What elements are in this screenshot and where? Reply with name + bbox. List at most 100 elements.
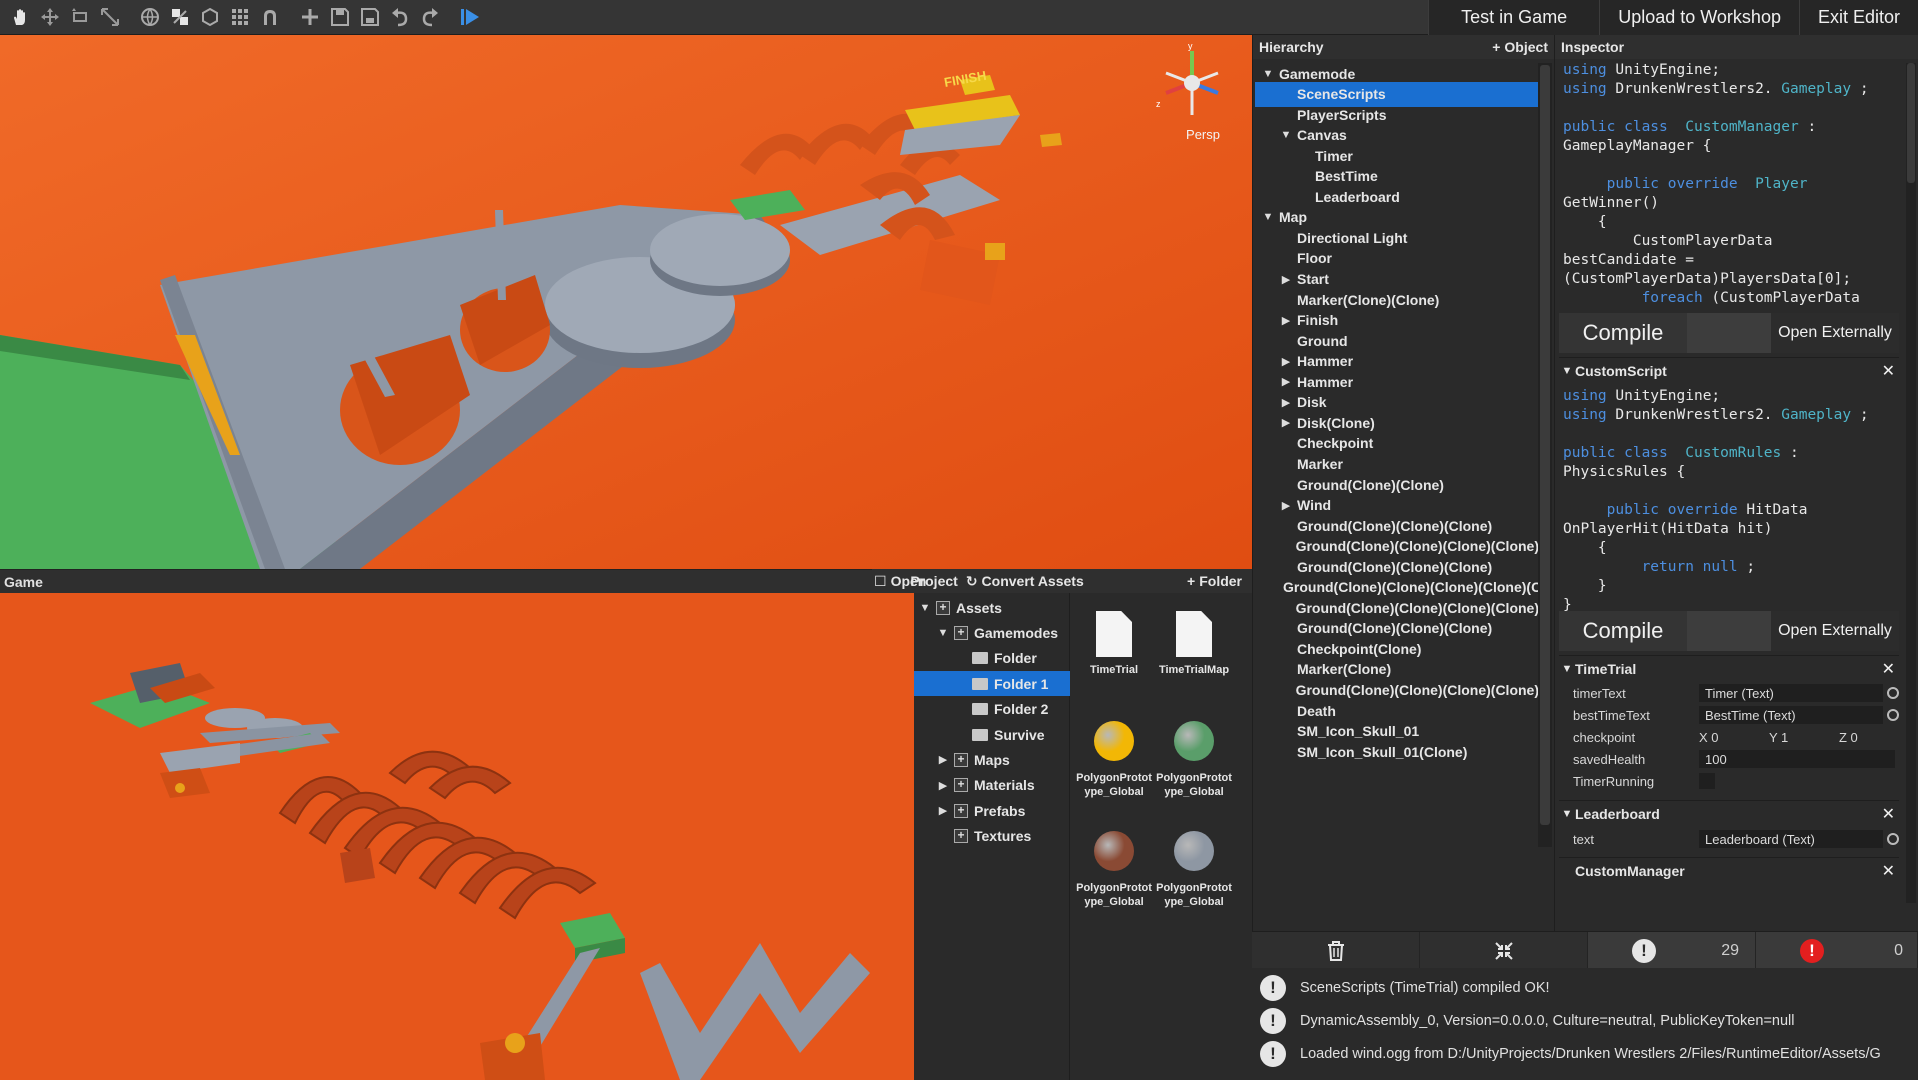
globe-icon[interactable]: [136, 4, 164, 30]
hierarchy-scrollbar[interactable]: [1538, 63, 1552, 847]
project-tree-item[interactable]: ▶ + Materials: [914, 773, 1070, 798]
game-view[interactable]: [0, 593, 914, 1080]
expand-arrow-icon[interactable]: ▶: [1279, 499, 1293, 512]
expand-arrow-icon[interactable]: ▶: [1279, 416, 1293, 429]
asset-item[interactable]: TimeTrialMap: [1154, 611, 1234, 677]
compile-button[interactable]: Compile: [1559, 313, 1687, 353]
expand-arrow-icon[interactable]: ▼: [1261, 211, 1275, 223]
save-icon[interactable]: [326, 4, 354, 30]
persp-label[interactable]: Persp: [1186, 127, 1220, 142]
grid-icon[interactable]: [226, 4, 254, 30]
code-line: OnPlayerHit(HitData hit): [1563, 521, 1773, 537]
expand-arrow-icon[interactable]: ▶: [936, 753, 950, 766]
console-log-entry[interactable]: ! DynamicAssembly_0, Version=0.0.0.0, Cul…: [1260, 1003, 1910, 1039]
project-tree-item[interactable]: Folder 2: [914, 697, 1070, 722]
project-tree-item[interactable]: ▶ + Maps: [914, 747, 1070, 772]
hierarchy-item-label: SceneScripts: [1297, 86, 1386, 103]
warning-count: 29: [1721, 941, 1739, 959]
scene-view[interactable]: FINISH y z Persp: [0, 35, 1252, 569]
add-icon[interactable]: [296, 4, 324, 30]
checkpoint-z[interactable]: Z 0: [1839, 730, 1899, 745]
test-in-game-button[interactable]: Test in Game: [1428, 0, 1600, 35]
project-tree-item[interactable]: + Textures: [914, 824, 1070, 849]
expand-arrow-icon[interactable]: ▶: [936, 804, 950, 817]
code-line: GameplayManager {: [1563, 138, 1712, 154]
asset-label: PolygonPrototype_Global: [1076, 882, 1152, 908]
magnet-icon[interactable]: [256, 4, 284, 30]
redo-icon[interactable]: [416, 4, 444, 30]
scrollbar-thumb[interactable]: [1907, 63, 1915, 183]
asset-item[interactable]: PolygonPrototype_Global: [1154, 831, 1234, 909]
expand-arrow-icon[interactable]: ▶: [1279, 273, 1293, 286]
upload-to-workshop-button[interactable]: Upload to Workshop: [1599, 0, 1799, 35]
expand-arrow-icon[interactable]: ▶: [1279, 314, 1293, 327]
clear-console-button[interactable]: [1252, 932, 1420, 969]
leaderboard-component-header[interactable]: ▼ Leaderboard ✕: [1559, 800, 1899, 826]
object-picker-icon[interactable]: [1887, 833, 1899, 845]
compile-button[interactable]: Compile: [1559, 611, 1687, 651]
expand-arrow-icon[interactable]: ▶: [936, 779, 950, 792]
open-externally-button[interactable]: Open Externally: [1771, 611, 1899, 651]
undo-icon[interactable]: [386, 4, 414, 30]
close-icon[interactable]: ✕: [1882, 861, 1895, 881]
play-icon[interactable]: [456, 4, 484, 30]
scale-icon[interactable]: [96, 4, 124, 30]
snap-icon[interactable]: [196, 4, 224, 30]
open-externally-button[interactable]: Open Externally: [1771, 313, 1899, 353]
expand-arrow-icon[interactable]: ▶: [1279, 375, 1293, 388]
checkpoint-x[interactable]: X 0: [1699, 730, 1759, 745]
exit-editor-button[interactable]: Exit Editor: [1798, 0, 1918, 35]
object-picker-icon[interactable]: [1887, 687, 1899, 699]
project-tree-item[interactable]: ▼ + Gamemodes: [914, 620, 1070, 645]
project-tree-item[interactable]: ▶ + Prefabs: [914, 798, 1070, 823]
pivot-icon[interactable]: [166, 4, 194, 30]
warnings-filter-button[interactable]: ! 29: [1588, 932, 1756, 969]
errors-filter-button[interactable]: ! 0: [1756, 932, 1918, 969]
close-icon[interactable]: ✕: [1882, 659, 1895, 679]
gizmo-z-label: z: [1156, 99, 1161, 109]
asset-item[interactable]: PolygonPrototype_Global: [1154, 721, 1234, 799]
checkpoint-y[interactable]: Y 1: [1769, 730, 1829, 745]
timetrial-component-header[interactable]: ▼ TimeTrial ✕: [1559, 655, 1899, 681]
add-object-button[interactable]: + Object: [1492, 39, 1548, 55]
hierarchy-item[interactable]: SM_Icon_Skull_01(Clone): [1255, 739, 1539, 764]
asset-item[interactable]: TimeTrial: [1074, 611, 1154, 677]
custom-script-code[interactable]: using UnityEngine; using DrunkenWrestlers…: [1563, 387, 1899, 615]
expand-arrow-icon[interactable]: ▼: [936, 627, 950, 639]
project-tree-item[interactable]: Folder: [914, 646, 1070, 671]
asset-item[interactable]: PolygonPrototype_Global: [1074, 831, 1154, 909]
expand-arrow-icon[interactable]: ▶: [1279, 355, 1293, 368]
close-icon[interactable]: ✕: [1882, 804, 1895, 824]
expand-arrow-icon[interactable]: ▶: [1279, 396, 1293, 409]
hierarchy-item-label: Floor: [1297, 250, 1332, 267]
custom-script-header[interactable]: ▼ CustomScript ✕: [1559, 357, 1899, 383]
project-tree-item[interactable]: ▼ + Assets: [914, 595, 1070, 620]
scrollbar-thumb[interactable]: [1540, 65, 1550, 825]
expand-arrow-icon[interactable]: ▼: [1279, 129, 1293, 141]
project-tree-item[interactable]: Survive: [914, 722, 1070, 747]
project-tree-label: Prefabs: [974, 802, 1026, 819]
close-icon[interactable]: ✕: [1882, 361, 1895, 381]
hand-icon[interactable]: [6, 4, 34, 30]
move-icon[interactable]: [36, 4, 64, 30]
object-picker-icon[interactable]: [1887, 709, 1899, 721]
add-folder-button[interactable]: + Folder: [1187, 573, 1242, 589]
custommanager-component-header[interactable]: CustomManager ✕: [1559, 857, 1899, 883]
rotate-icon[interactable]: [66, 4, 94, 30]
save-as-icon[interactable]: [356, 4, 384, 30]
console-log-entry[interactable]: ! Loaded wind.ogg from D:/UnityProjects/D…: [1260, 1036, 1910, 1072]
timerrunning-checkbox[interactable]: [1699, 773, 1715, 789]
expand-arrow-icon[interactable]: ▼: [918, 602, 932, 614]
scene-script-code[interactable]: using UnityEngine; using DrunkenWrestlers…: [1563, 61, 1899, 308]
asset-item[interactable]: PolygonPrototype_Global: [1074, 721, 1154, 799]
scene-3d-render: FINISH: [0, 35, 1252, 569]
convert-assets-button[interactable]: ↻ Convert Assets: [966, 573, 1084, 590]
console-log-entry[interactable]: ! SceneScripts (TimeTrial) compiled OK!: [1260, 970, 1910, 1006]
gizmo-y-label: y: [1188, 43, 1193, 51]
inspector-scrollbar[interactable]: [1906, 63, 1916, 903]
project-tree-item[interactable]: Folder 1: [914, 671, 1070, 697]
collapse-console-button[interactable]: [1420, 932, 1588, 969]
expand-arrow-icon[interactable]: ▼: [1261, 68, 1275, 80]
project-tree-label: Survive: [994, 726, 1045, 743]
